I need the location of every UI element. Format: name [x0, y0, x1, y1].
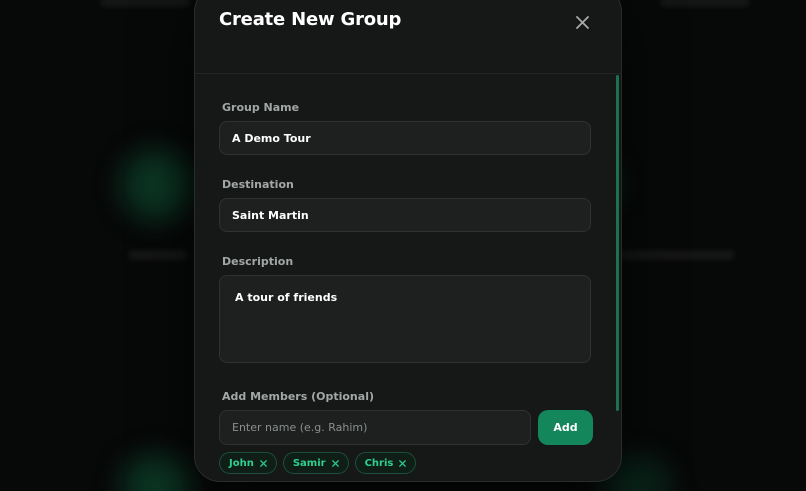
close-icon: [331, 459, 339, 467]
member-name-input[interactable]: [219, 410, 531, 445]
add-members-label: Add Members (Optional): [222, 390, 374, 403]
modal-title: Create New Group: [219, 9, 402, 30]
member-chip-label: Samir: [292, 457, 326, 469]
background-text-blur: [128, 250, 188, 260]
member-chip-label: Chris: [364, 457, 394, 469]
member-chip-list: John Samir Chris: [219, 452, 417, 474]
member-chip: John: [219, 452, 277, 474]
description-label: Description: [222, 255, 294, 268]
close-button[interactable]: [569, 9, 595, 35]
background-card-glow: [122, 455, 192, 491]
member-chip: Samir: [282, 452, 349, 474]
destination-label: Destination: [222, 178, 294, 191]
close-icon: [399, 459, 407, 467]
background-text-blur: [100, 0, 190, 7]
create-group-modal: Create New Group Group Name Destination …: [194, 0, 622, 482]
group-name-label: Group Name: [222, 101, 300, 114]
close-icon: [575, 15, 589, 29]
member-chip-label: John: [229, 457, 254, 469]
member-chip: Chris: [354, 452, 417, 474]
background-text-blur: [660, 0, 750, 7]
destination-input[interactable]: [219, 198, 591, 232]
remove-member-button[interactable]: [399, 459, 407, 467]
remove-member-button[interactable]: [259, 459, 267, 467]
close-icon: [259, 459, 267, 467]
remove-member-button[interactable]: [331, 459, 339, 467]
add-member-button[interactable]: Add: [538, 410, 593, 445]
modal-header: Create New Group: [195, 1, 621, 74]
group-name-input[interactable]: [219, 121, 591, 155]
background-card-glow: [122, 150, 192, 220]
scrollbar[interactable]: [616, 75, 619, 411]
description-textarea[interactable]: A tour of friends: [219, 275, 591, 363]
